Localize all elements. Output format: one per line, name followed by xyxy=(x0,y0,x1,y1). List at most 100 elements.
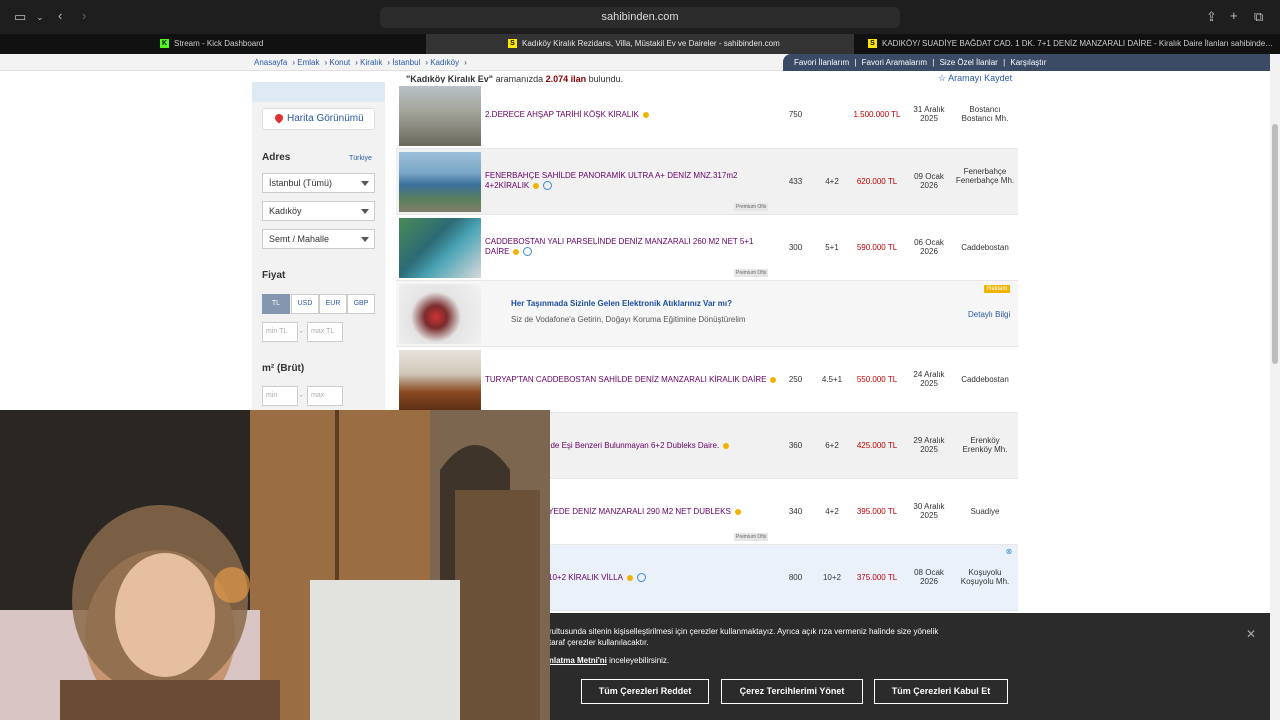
nav-compare[interactable]: Karşılaştır xyxy=(1010,58,1046,67)
breadcrumb-item[interactable]: Konut xyxy=(329,58,350,67)
tab-sahibinden-detail[interactable]: S KADIKÖY/ SUADİYE BAĞDAT CAD. 1 DK. 7+1 … xyxy=(868,34,1276,54)
highlight-icon xyxy=(513,248,520,255)
date-day: 08 Ocak xyxy=(914,568,944,577)
currency-usd[interactable]: USD xyxy=(291,294,319,314)
premium-office-badge: Premium Ofis xyxy=(734,203,769,211)
listing-title[interactable]: FENERBAHÇE SAHİLDE PANORAMİK ULTRA A+ DE… xyxy=(485,171,755,191)
breadcrumb-item[interactable]: İstanbul xyxy=(392,58,420,67)
date-day: 24 Aralık xyxy=(913,370,945,379)
date-day: 06 Ocak xyxy=(914,238,944,247)
ad-details-link[interactable]: Detaylı Bilgi xyxy=(968,310,1010,319)
location-area: Erenköy xyxy=(970,436,1000,445)
location-area: Suadiye xyxy=(970,507,1000,516)
range-dash: - xyxy=(300,327,303,336)
scrollbar[interactable] xyxy=(1270,54,1280,720)
user-nav: Favori İlanlarım | Favori Aramalarım | S… xyxy=(783,54,1270,71)
map-preview[interactable] xyxy=(252,82,385,102)
listing-price: 550.000 TL xyxy=(856,375,898,384)
breadcrumb-item[interactable]: Emlak xyxy=(297,58,319,67)
listing-title[interactable]: 2.DERECE AHŞAP TARİHİ KÖŞK KİRALIK xyxy=(485,110,755,120)
address-bar[interactable]: sahibinden.com xyxy=(380,7,900,28)
breadcrumb-item[interactable]: Kiralık xyxy=(360,58,382,67)
date-year: 2025 xyxy=(920,379,938,388)
city-select[interactable]: İstanbul (Tümü) xyxy=(262,173,375,193)
max-area-input[interactable]: max xyxy=(307,386,343,406)
min-area-input[interactable]: min xyxy=(262,386,298,406)
back-icon[interactable]: ‹ xyxy=(58,9,62,23)
new-tab-icon[interactable]: + xyxy=(1230,9,1238,23)
listing-photo[interactable] xyxy=(399,86,481,146)
highlight-icon xyxy=(723,442,730,449)
area-heading: m² (Brüt) xyxy=(262,363,305,374)
listing-title[interactable]: TURYAP'TAN CADDEBOSTAN SAHİLDE DENİZ MAN… xyxy=(485,375,785,385)
tab-label: Stream - Kick Dashboard xyxy=(174,39,264,48)
tab-bar: K Stream - Kick Dashboard S Kadıköy Kiralı… xyxy=(0,34,1280,54)
nav-sep: | xyxy=(932,58,935,67)
chevron-down-icon[interactable]: ⌄ xyxy=(36,10,44,24)
forward-icon[interactable]: › xyxy=(82,9,86,23)
listing-rooms: 4.5+1 xyxy=(821,375,843,384)
district-select[interactable]: Kadıköy xyxy=(262,201,375,221)
range-dash: - xyxy=(300,391,303,400)
listing-price: 590.000 TL xyxy=(856,243,898,252)
listing-row[interactable]: CADDEBOSTAN YALI PARSELİNDE DENİZ MANZAR… xyxy=(396,215,1018,281)
nav-favorite-searches[interactable]: Favori Aramalarım xyxy=(862,58,927,67)
ad-row[interactable]: Reklam Her Taşınmada Sizinle Gelen Elekt… xyxy=(396,281,1018,347)
listing-m2: 433 xyxy=(788,177,803,186)
listing-photo[interactable] xyxy=(399,152,481,212)
location-neighborhood: Erenköy Mh. xyxy=(962,445,1008,454)
sahibinden-icon: S xyxy=(868,39,877,49)
highlight-icon xyxy=(533,182,540,189)
tab-kick[interactable]: K Stream - Kick Dashboard xyxy=(160,34,422,54)
listing-title[interactable]: İYEDE DENİZ MANZARALI 290 M2 NET DUBLEKS xyxy=(546,507,816,517)
listing-date: 30 Aralık 2025 xyxy=(906,502,952,520)
webcam-feed xyxy=(0,410,550,720)
reject-all-cookies-button[interactable]: Tüm Çerezleri Reddet xyxy=(581,679,709,704)
cookie-text: nlatma Metni'ni inceleyebilirsiniz. xyxy=(549,656,669,665)
min-price-input[interactable]: min TL xyxy=(262,322,298,342)
max-price-input[interactable]: max TL xyxy=(307,322,343,342)
scroll-thumb[interactable] xyxy=(1272,124,1278,364)
disclosure-link[interactable]: nlatma Metni'ni xyxy=(549,656,607,665)
breadcrumb: Anasayfa › Emlak › Konut › Kiralık › İstanbu… xyxy=(254,58,467,67)
currency-tl[interactable]: TL xyxy=(262,294,290,314)
close-icon[interactable]: ✕ xyxy=(1246,627,1256,641)
nav-favorite-listings[interactable]: Favori İlanlarım xyxy=(794,58,849,67)
listing-title[interactable]: nde Eşi Benzeri Bulunmayan 6+2 Dubleks D… xyxy=(546,441,816,451)
currency-eur[interactable]: EUR xyxy=(319,294,347,314)
listing-row[interactable]: FENERBAHÇE SAHİLDE PANORAMİK ULTRA A+ DE… xyxy=(396,149,1018,215)
listing-row[interactable]: TURYAP'TAN CADDEBOSTAN SAHİLDE DENİZ MAN… xyxy=(396,347,1018,413)
listing-title[interactable]: CADDEBOSTAN YALI PARSELİNDE DENİZ MANZAR… xyxy=(485,237,755,257)
ad-image[interactable] xyxy=(399,284,481,344)
tab-sahibinden-list[interactable]: S Kadıköy Kiralık Rezidans, Villa, Müstak… xyxy=(426,34,854,54)
manage-cookies-button[interactable]: Çerez Tercihlerimi Yönet xyxy=(721,679,863,704)
ad-title[interactable]: Her Taşınmada Sizinle Gelen Elektronik A… xyxy=(511,299,732,308)
nav-sep: | xyxy=(1003,58,1006,67)
neighborhood-value: Semt / Mahalle xyxy=(269,234,330,244)
country-link[interactable]: Türkiye xyxy=(349,155,372,162)
nav-special-listings[interactable]: Size Özel İlanlar xyxy=(940,58,998,67)
highlight-icon xyxy=(734,508,741,515)
listing-photo[interactable] xyxy=(399,218,481,278)
location-neighborhood: Koşuyolu Mh. xyxy=(960,577,1010,586)
currency-gbp[interactable]: GBP xyxy=(347,294,375,314)
title-text: TURYAP'TAN CADDEBOSTAN SAHİLDE DENİZ MAN… xyxy=(485,375,767,384)
video-icon xyxy=(636,573,646,583)
date-year: 2026 xyxy=(920,577,938,586)
breadcrumb-item[interactable]: Anasayfa xyxy=(254,58,287,67)
neighborhood-select[interactable]: Semt / Mahalle xyxy=(262,229,375,249)
price-heading: Fiyat xyxy=(262,270,286,281)
listing-price: 375.000 TL xyxy=(856,573,898,582)
map-view-button[interactable]: Harita Görünümü xyxy=(262,108,375,130)
tab-overview-icon[interactable]: ⧉ xyxy=(1254,10,1263,24)
sidebar-toggle-icon[interactable]: ▭ xyxy=(14,10,26,24)
close-circle-icon[interactable]: ⊗ xyxy=(1004,547,1014,556)
listing-m2: 750 xyxy=(788,110,803,119)
breadcrumb-item[interactable]: Kadıköy xyxy=(430,58,459,67)
share-icon[interactable]: ⇪ xyxy=(1206,10,1217,24)
listing-row[interactable]: 2.DERECE AHŞAP TARİHİ KÖŞK KİRALIK 750 1… xyxy=(396,83,1018,149)
listing-photo[interactable] xyxy=(399,350,481,410)
listing-price: 620.000 TL xyxy=(856,177,898,186)
accept-all-cookies-button[interactable]: Tüm Çerezleri Kabul Et xyxy=(874,679,1008,704)
listing-price: 395.000 TL xyxy=(856,507,898,516)
